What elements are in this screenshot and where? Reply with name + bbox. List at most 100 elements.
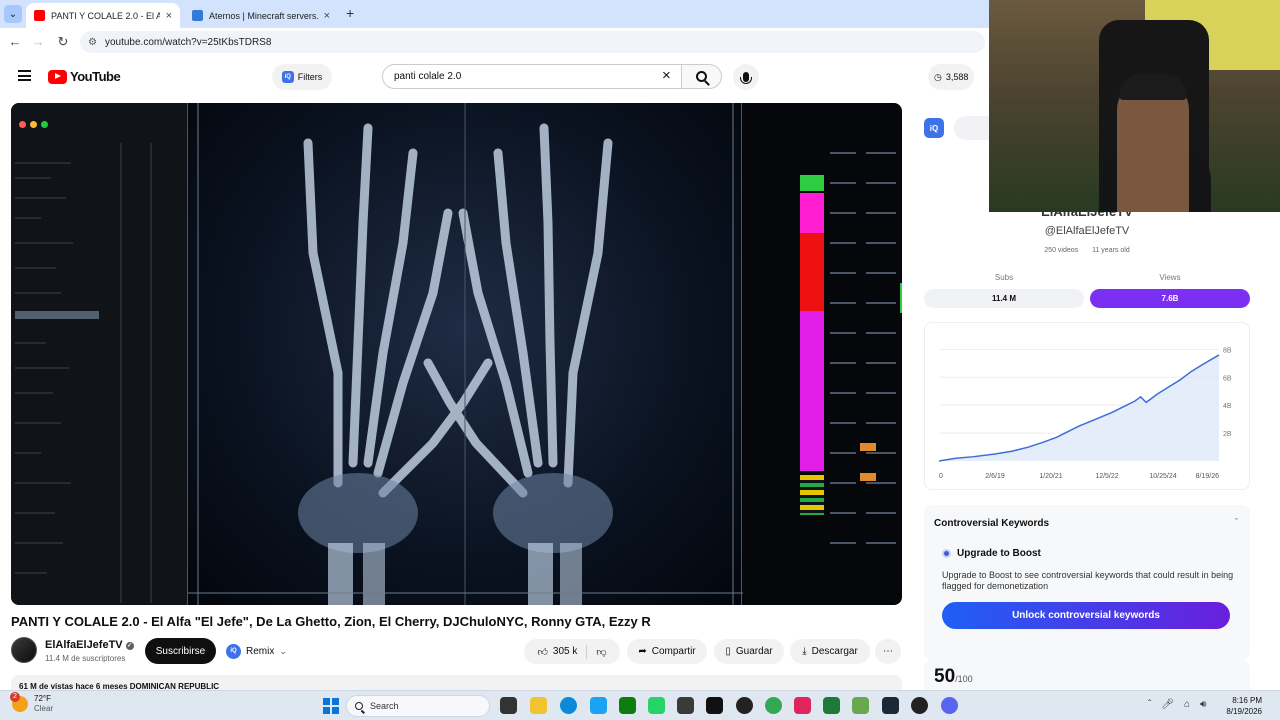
close-tab-icon[interactable]: × [166,10,172,22]
channel-name: ElAlfaElJefeTV [45,639,123,651]
save-button[interactable]: ▯ Guardar [714,639,784,664]
whatsapp-icon[interactable] [648,697,665,714]
channel-name-link[interactable]: ElAlfaElJefeTV ✓ [45,639,134,651]
subscriber-count: 11.4 M de suscriptores [45,654,126,663]
microphone-icon [740,72,752,84]
twitter-icon[interactable] [590,697,607,714]
task-view-icon[interactable] [500,697,517,714]
boost-heading: Upgrade to Boost [942,548,1041,559]
xbox-icon[interactable] [619,697,636,714]
windows-taskbar: 2 72°F Clear Search ˆ 🎤︎ ⌂ 🔊︎ 8:16 PM 8/… [0,690,1280,720]
chevron-up-icon[interactable]: ˆ [1235,517,1238,527]
remix-icon: iQ [226,643,241,659]
obs-icon[interactable] [736,697,753,714]
system-clock[interactable]: 8:16 PM 8/19/2026 [1222,695,1262,717]
download-button[interactable]: ⤓ Descargar [790,639,870,664]
address-bar[interactable]: ⚙ youtube.com/watch?v=25tKbsTDRS8 [80,31,985,53]
search-input[interactable]: panti colale 2.0 [382,64,682,89]
filters-button[interactable]: iQ Filters [272,64,332,90]
tab-search-button[interactable]: ⌄ [4,5,22,23]
microphone-icon[interactable]: 🎤︎ [1161,699,1174,710]
clear-search-icon[interactable]: × [662,67,671,84]
tab-aternos[interactable]: Aternos | Minecraft servers. Free × [184,3,338,28]
red-dot-icon [19,121,26,128]
green-meter [800,175,824,191]
dislike-button[interactable]: 👎︎ [596,646,606,658]
steam-icon[interactable] [882,697,899,714]
forward-arrow-icon[interactable]: → [30,34,46,49]
xray-image [187,103,743,605]
subs-toggle[interactable]: 11.4 M [924,289,1084,308]
chevron-up-icon[interactable]: ˆ [1148,699,1151,710]
subscribe-button[interactable]: Suscribirse [145,638,216,664]
views-area [939,354,1219,461]
chrome-icon[interactable] [765,697,782,714]
subs-label: Subs [994,273,1014,282]
file-explorer-icon[interactable] [530,697,547,714]
taskbar-search[interactable]: Search [346,695,490,717]
edge-icon[interactable] [560,697,577,714]
search-icon [696,71,707,82]
network-icon[interactable]: ⌂ [1184,699,1190,710]
x-tick-label: 12/5/22 [1095,473,1118,480]
voice-search-button[interactable] [733,64,759,90]
share-icon: ➦ [638,646,647,657]
excel-icon[interactable] [823,697,840,714]
views-chart-card: 2B 4B 6B 8B 0 2/6/19 1/20/21 12/5/22 10/25/24 8/1… [924,322,1250,490]
save-label: Guardar [735,646,773,657]
y-tick-label: 8B [1223,347,1232,354]
filters-label: Filters [297,72,323,82]
youtube-favicon-icon [34,10,45,21]
like-button[interactable]: 👍︎ 305 k [537,646,577,658]
search-button[interactable] [682,64,722,89]
new-tab-button[interactable]: + [346,5,354,21]
header-stats-pill[interactable]: ◷ 3,588 [928,64,975,90]
menu-icon[interactable] [18,70,31,81]
xray-hands-graphic [188,103,743,605]
reload-icon[interactable]: ↻ [55,34,71,50]
youtube-play-icon [48,69,67,84]
vidiq-icon[interactable]: iQ [924,118,944,138]
tab-youtube[interactable]: PANTI Y COLALE 2.0 - El Alfa "E × [26,3,180,28]
back-arrow-icon[interactable]: ← [7,34,23,49]
video-title: PANTI Y COLALE 2.0 - El Alfa "El Jefe", … [11,614,651,629]
discord-icon[interactable] [941,697,958,714]
chevron-down-icon: ⌄ [8,8,18,20]
weather-sun-icon: 2 [10,692,28,712]
youtube-logo[interactable]: YouTube [48,69,121,84]
tab-title: Aternos | Minecraft servers. Free [209,10,318,21]
url-text: youtube.com/watch?v=25tKbsTDRS8 [104,36,272,48]
app-icon[interactable] [911,697,928,714]
windows-start-icon[interactable] [323,698,339,714]
remix-button[interactable]: iQ Remix ⌄ [223,640,295,662]
views-chart: 2B 4B 6B 8B 0 2/6/19 1/20/21 12/5/22 10/25/24 8/1… [938,347,1232,480]
site-info-icon[interactable]: ⚙ [88,37,97,48]
video-player[interactable] [11,103,902,605]
chevron-down-icon[interactable]: ⌄ [279,646,287,657]
views-toggle[interactable]: 7.6B [1090,289,1250,308]
header-count: 3,588 [945,72,969,82]
app-icon[interactable] [677,697,694,714]
volume-icon[interactable]: 🔊︎ [1200,699,1206,710]
close-tab-icon[interactable]: × [324,10,330,22]
unlock-keywords-button[interactable]: Unlock controversial keywords [942,602,1230,629]
x-tick-label: 2/6/19 [985,473,1005,480]
thumbs-down-icon: 👎︎ [596,646,607,658]
thumbs-up-icon: 👍︎ [537,646,548,658]
violet-meter [800,311,824,471]
bookmark-icon: ▯ [725,646,731,657]
minecraft-icon[interactable] [852,697,869,714]
channel-avatar[interactable] [11,637,37,663]
cap-graphic [1119,74,1187,100]
x-tick-label: 8/19/26 [1196,473,1219,480]
weather-widget[interactable]: 2 72°F Clear [10,692,53,714]
tiktok-live-icon[interactable] [794,697,811,714]
video-right-lines-graphic [830,152,902,544]
tiktok-icon[interactable] [706,697,723,714]
vidiq-icon: iQ [281,71,294,83]
boost-title: Upgrade to Boost [957,548,1041,559]
share-button[interactable]: ➦ Compartir [627,639,707,664]
yellow-dot-icon [30,121,37,128]
x-tick-label: 0 [939,473,943,480]
more-actions-button[interactable]: ⋯ [875,639,901,664]
